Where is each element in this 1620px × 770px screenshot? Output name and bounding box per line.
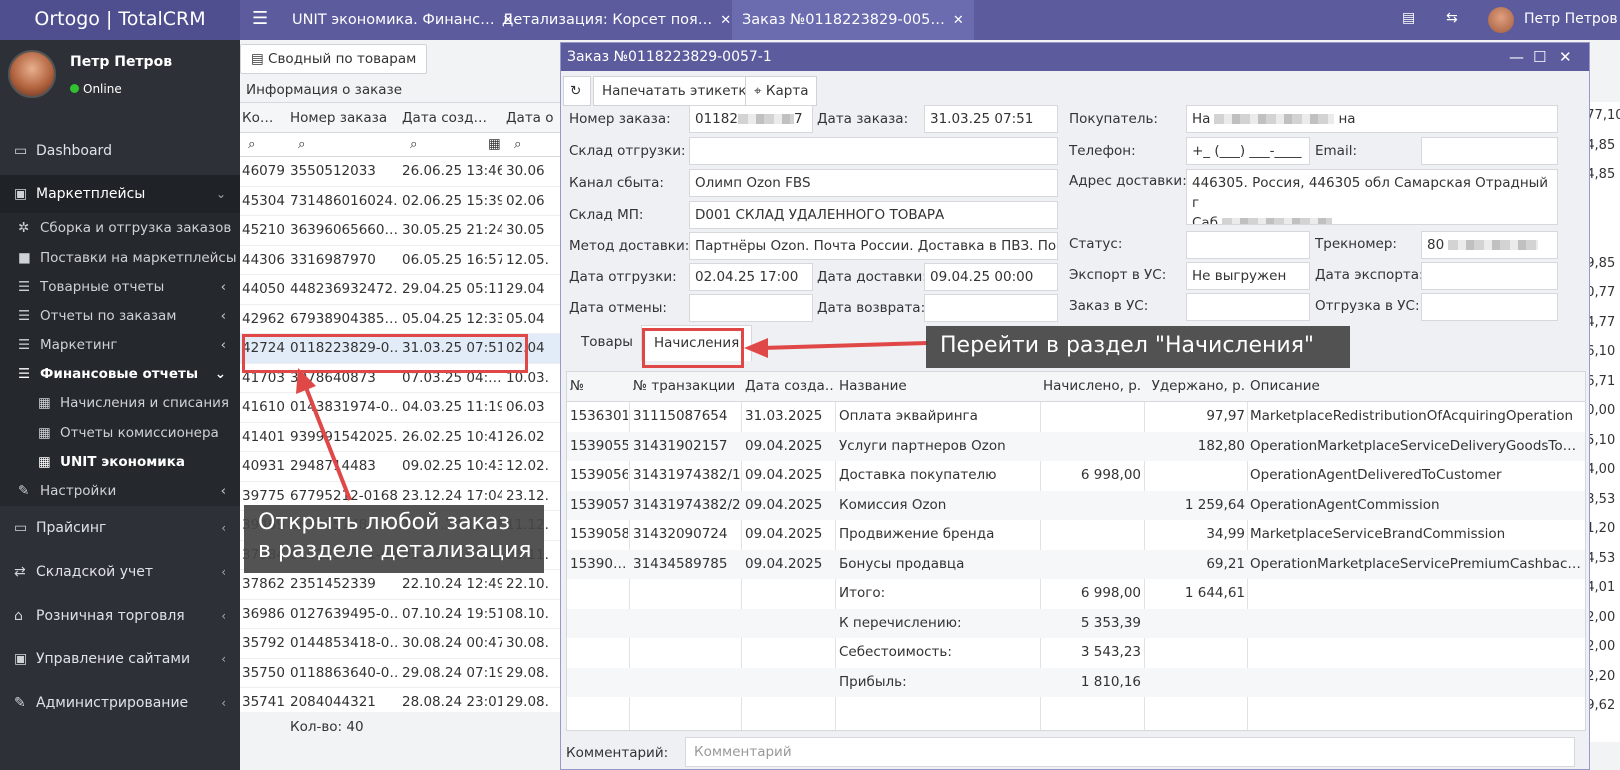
annotation-arrows <box>296 338 929 501</box>
annotation-open-order: Открыть любой заказ в разделе детализаци… <box>244 505 544 573</box>
arrow-line <box>759 341 929 350</box>
arrow-head <box>744 338 768 358</box>
annotation-go-accruals: Перейти в раздел "Начисления" <box>926 326 1350 368</box>
arrow-line <box>303 384 352 501</box>
